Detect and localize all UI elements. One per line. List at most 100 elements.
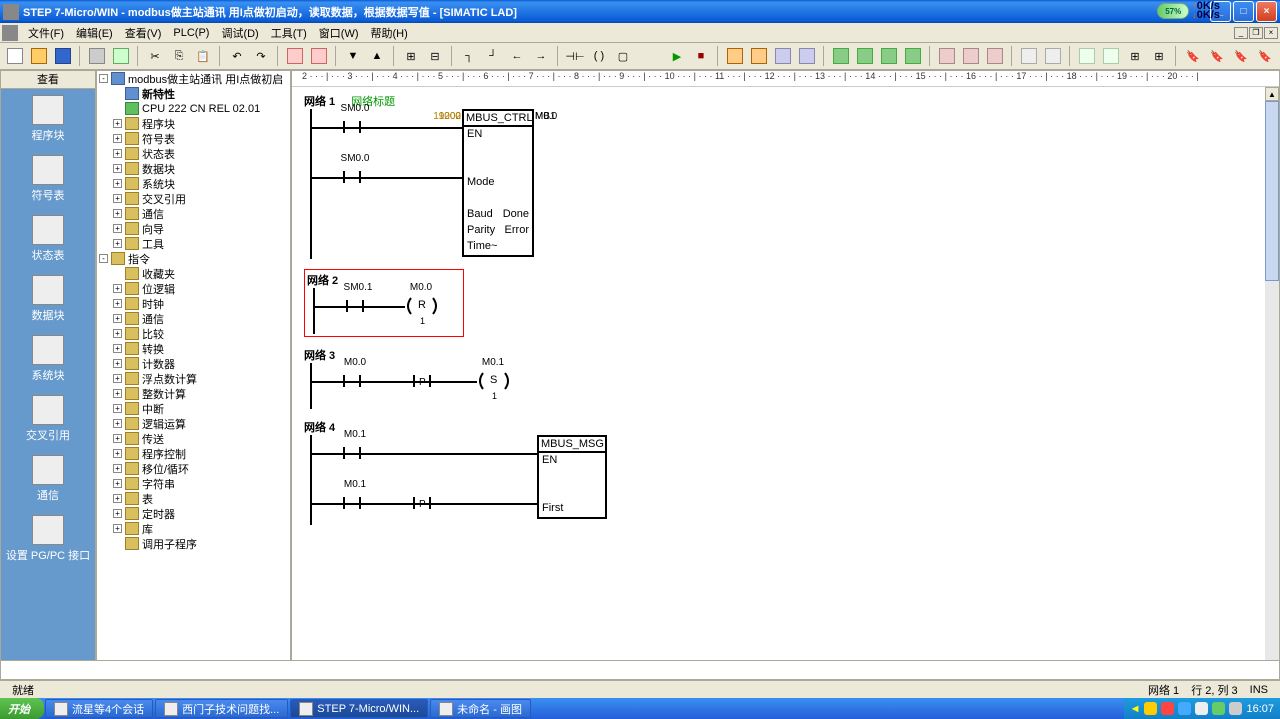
tb-upload[interactable]: ▲ bbox=[366, 45, 388, 67]
tray-icon[interactable] bbox=[1161, 702, 1174, 715]
menu-tools[interactable]: 工具(T) bbox=[265, 23, 313, 43]
nav-cross-ref[interactable]: 交叉引用 bbox=[1, 389, 95, 449]
tb-lad-line-right[interactable]: → bbox=[530, 45, 552, 67]
contact[interactable]: SM0.0 bbox=[337, 115, 367, 139]
tb-compile-all[interactable] bbox=[308, 45, 330, 67]
nav-system-block[interactable]: 系统块 bbox=[1, 329, 95, 389]
tray-icon[interactable] bbox=[1229, 702, 1242, 715]
tree-node[interactable]: +传送 bbox=[97, 431, 290, 446]
tb-force2[interactable] bbox=[854, 45, 876, 67]
tree-node[interactable]: +表 bbox=[97, 491, 290, 506]
tree-node[interactable]: +符号表 bbox=[97, 131, 290, 146]
tree-node[interactable]: +状态表 bbox=[97, 146, 290, 161]
tb-cut[interactable]: ✂ bbox=[144, 45, 166, 67]
tb-misc5[interactable]: ⊞ bbox=[1124, 45, 1146, 67]
scroll-up[interactable]: ▲ bbox=[1265, 87, 1279, 101]
tree-node[interactable]: +工具 bbox=[97, 236, 290, 251]
tb-open[interactable] bbox=[28, 45, 50, 67]
tb-misc4[interactable] bbox=[1100, 45, 1122, 67]
tray-icon[interactable] bbox=[1212, 702, 1225, 715]
tb-bookmark2[interactable]: 🔖 bbox=[1206, 45, 1228, 67]
tree-node[interactable]: +程序控制 bbox=[97, 446, 290, 461]
mdi-close[interactable]: × bbox=[1264, 27, 1278, 39]
tb-print[interactable] bbox=[86, 45, 108, 67]
tb-paste[interactable]: 📋 bbox=[192, 45, 214, 67]
contact[interactable]: SM0.0 bbox=[337, 165, 367, 189]
nav-comm[interactable]: 通信 bbox=[1, 449, 95, 509]
tb-bookmark3[interactable]: 🔖 bbox=[1230, 45, 1252, 67]
menu-plc[interactable]: PLC(P) bbox=[167, 25, 215, 41]
tb-undo[interactable]: ↶ bbox=[226, 45, 248, 67]
tb-bookmark1[interactable]: 🔖 bbox=[1182, 45, 1204, 67]
tb-save[interactable] bbox=[52, 45, 74, 67]
tree-node[interactable]: +交叉引用 bbox=[97, 191, 290, 206]
tree-node[interactable]: 调用子程序 bbox=[97, 536, 290, 551]
tray-icon[interactable] bbox=[1178, 702, 1191, 715]
tb-misc2[interactable] bbox=[1042, 45, 1064, 67]
system-tray[interactable]: ◄ 16:07 bbox=[1124, 698, 1280, 719]
tb-download[interactable]: ▼ bbox=[342, 45, 364, 67]
tree-node[interactable]: +系统块 bbox=[97, 176, 290, 191]
tree-node[interactable]: +库 bbox=[97, 521, 290, 536]
menu-view[interactable]: 查看(V) bbox=[119, 23, 168, 43]
tree-node[interactable]: -指令 bbox=[97, 251, 290, 266]
tree-node[interactable]: +通信 bbox=[97, 311, 290, 326]
tb-compile[interactable] bbox=[284, 45, 306, 67]
tree-node[interactable]: +中断 bbox=[97, 401, 290, 416]
task-button[interactable]: 西门子技术问题找... bbox=[155, 699, 288, 718]
tb-force3[interactable] bbox=[878, 45, 900, 67]
tb-misc1[interactable] bbox=[1018, 45, 1040, 67]
tb-insert-net[interactable]: ⊞ bbox=[400, 45, 422, 67]
tb-box[interactable]: ▢ bbox=[612, 45, 634, 67]
menu-debug[interactable]: 调试(D) bbox=[215, 23, 264, 43]
nav-symbol-table[interactable]: 符号表 bbox=[1, 149, 95, 209]
menu-edit[interactable]: 编辑(E) bbox=[70, 23, 119, 43]
tree-node[interactable]: +通信 bbox=[97, 206, 290, 221]
tb-force1[interactable] bbox=[830, 45, 852, 67]
network-3[interactable]: 网络 3 M0.0 P M0.1 S 1 bbox=[304, 347, 1279, 409]
nav-status-table[interactable]: 状态表 bbox=[1, 209, 95, 269]
maximize-button[interactable]: □ bbox=[1233, 1, 1254, 22]
tb-lad-line-down[interactable]: ┐ bbox=[458, 45, 480, 67]
tree-node[interactable]: CPU 222 CN REL 02.01 bbox=[97, 101, 290, 116]
tb-new[interactable] bbox=[4, 45, 26, 67]
tb-diag3[interactable] bbox=[984, 45, 1006, 67]
tree-node[interactable]: +整数计算 bbox=[97, 386, 290, 401]
mdi-minimize[interactable]: _ bbox=[1234, 27, 1248, 39]
contact-pos[interactable]: P bbox=[407, 369, 437, 393]
tb-bookmark4[interactable]: 🔖 bbox=[1254, 45, 1276, 67]
tb-stop[interactable]: ■ bbox=[690, 45, 712, 67]
tb-force4[interactable] bbox=[902, 45, 924, 67]
tree-node[interactable]: +时钟 bbox=[97, 296, 290, 311]
tree-node[interactable]: +计数器 bbox=[97, 356, 290, 371]
close-button[interactable]: × bbox=[1256, 1, 1277, 22]
menu-help[interactable]: 帮助(H) bbox=[365, 23, 414, 43]
tb-preview[interactable] bbox=[110, 45, 132, 67]
fbox-mbus-ctrl[interactable]: MBUS_CTRL EN Mode BaudDone 19200 M0.0 Pa… bbox=[462, 109, 534, 257]
tree-node[interactable]: -modbus做主站通讯 用I点做初启 bbox=[97, 71, 290, 86]
contact[interactable]: M0.1 bbox=[337, 441, 367, 465]
tree-node[interactable]: +数据块 bbox=[97, 161, 290, 176]
tb-misc3[interactable] bbox=[1076, 45, 1098, 67]
contact-pos[interactable]: P bbox=[407, 491, 437, 515]
tb-copy[interactable]: ⎘ bbox=[168, 45, 190, 67]
ladder-area[interactable]: 网络 1 网络标题 SM0.0 SM0.0 MBUS_CTRL EN Mode bbox=[292, 87, 1279, 679]
tb-run[interactable]: ▶ bbox=[666, 45, 688, 67]
tb-redo[interactable]: ↷ bbox=[250, 45, 272, 67]
tree-node[interactable]: +逻辑运算 bbox=[97, 416, 290, 431]
tree-node[interactable]: +字符串 bbox=[97, 476, 290, 491]
contact[interactable]: SM0.1 bbox=[340, 294, 370, 318]
coil[interactable]: M0.1 S 1 bbox=[477, 371, 511, 391]
tree-node[interactable]: +比较 bbox=[97, 326, 290, 341]
tb-diag1[interactable] bbox=[936, 45, 958, 67]
tb-monitor3[interactable] bbox=[772, 45, 794, 67]
tray-icon[interactable] bbox=[1144, 702, 1157, 715]
tb-delete-net[interactable]: ⊟ bbox=[424, 45, 446, 67]
project-tree[interactable]: -modbus做主站通讯 用I点做初启新特性CPU 222 CN REL 02.… bbox=[96, 70, 291, 696]
tb-coil[interactable]: ( ) bbox=[588, 45, 610, 67]
tb-misc6[interactable]: ⊞ bbox=[1148, 45, 1170, 67]
nav-pgpc[interactable]: 设置 PG/PC 接口 bbox=[1, 509, 95, 569]
task-button[interactable]: 未命名 - 画图 bbox=[430, 699, 531, 718]
tree-node[interactable]: +浮点数计算 bbox=[97, 371, 290, 386]
tree-node[interactable]: +定时器 bbox=[97, 506, 290, 521]
